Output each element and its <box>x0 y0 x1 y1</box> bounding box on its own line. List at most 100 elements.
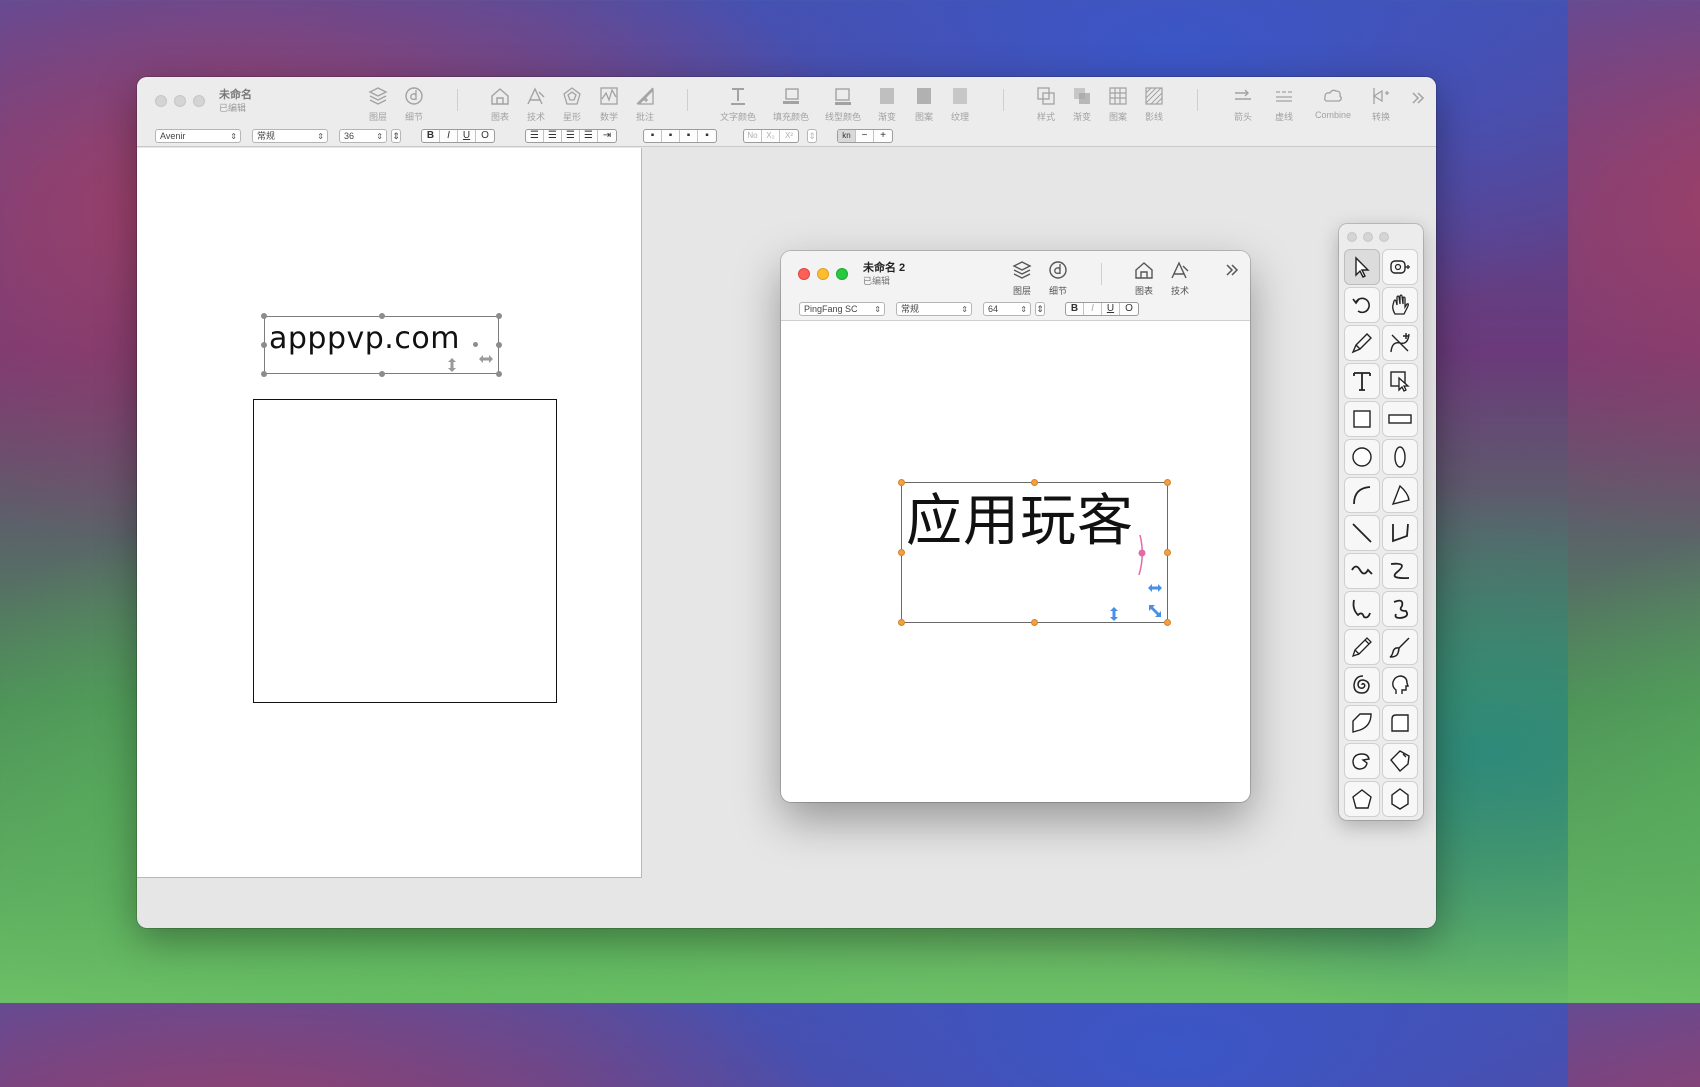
underline-button[interactable]: U <box>458 130 476 142</box>
tool-wide-rect[interactable] <box>1382 401 1418 437</box>
close-button[interactable] <box>798 268 810 280</box>
selection-handle[interactable] <box>496 342 502 348</box>
selection-handle[interactable] <box>496 313 502 319</box>
font-family-select[interactable]: Avenir ⇕ <box>155 129 241 143</box>
tool-tag-shape[interactable] <box>1382 743 1418 779</box>
zoom-button[interactable] <box>836 268 848 280</box>
toolbar-button-combine[interactable]: Combine <box>1309 85 1357 120</box>
toolbar-button-details[interactable]: 细节 <box>390 85 438 123</box>
minimize-button[interactable] <box>817 268 829 280</box>
horizontal-resize-icon[interactable] <box>478 353 494 365</box>
bold-button[interactable]: B <box>1066 303 1084 315</box>
toolbar-overflow-icon[interactable] <box>1225 263 1239 277</box>
tool-rotate[interactable] <box>1344 287 1380 323</box>
selection-handle[interactable] <box>898 479 905 486</box>
selection-handle[interactable] <box>379 371 385 377</box>
toolbar-overflow-icon[interactable] <box>1411 91 1425 105</box>
align-justify-icon[interactable]: ☰ <box>580 130 598 142</box>
selection-handle[interactable] <box>898 549 905 556</box>
selection-handle[interactable] <box>496 371 502 377</box>
size-stepper[interactable]: ⇕ <box>391 129 401 143</box>
outline-button[interactable]: O <box>1120 303 1138 315</box>
baseline-handle-icon[interactable] <box>1134 533 1148 577</box>
no-script-button[interactable]: No <box>744 130 762 142</box>
rectangle-shape[interactable] <box>253 399 557 703</box>
tool-arc[interactable] <box>1344 477 1380 513</box>
tool-ellipse[interactable] <box>1382 439 1418 475</box>
tool-cloud-shape[interactable] <box>1344 743 1380 779</box>
tool-line[interactable] <box>1344 515 1380 551</box>
selection-handle[interactable] <box>1164 549 1171 556</box>
tool-square[interactable] <box>1344 401 1380 437</box>
tool-zoom-select[interactable] <box>1382 363 1418 399</box>
font-size-select[interactable]: 36 ⇕ <box>339 129 387 143</box>
text-cursor-handle[interactable] <box>473 342 478 347</box>
bold-button[interactable]: B <box>422 130 440 142</box>
tool-pie[interactable] <box>1382 477 1418 513</box>
tool-add-point[interactable] <box>1382 325 1418 361</box>
font-size-select[interactable]: 64 ⇕ <box>983 302 1031 316</box>
zoom-button[interactable] <box>1379 232 1389 242</box>
selection-handle[interactable] <box>1164 479 1171 486</box>
tool-tape-measure[interactable] <box>1382 249 1418 285</box>
outline-button[interactable]: O <box>476 130 494 142</box>
tool-spiral[interactable] <box>1344 667 1380 703</box>
italic-button[interactable]: I <box>440 130 458 142</box>
text-object-selected[interactable]: apppvp.com <box>261 313 502 377</box>
tool-hexagon[interactable] <box>1382 781 1418 817</box>
send-backward-icon[interactable]: ▪ <box>662 130 680 142</box>
toolbar-button-hatch[interactable]: 影线 <box>1130 85 1178 123</box>
toolbar-button-stroke-color[interactable]: 线型颜色 <box>819 85 867 123</box>
toolbar-button-annotation[interactable]: 批注 <box>621 85 669 123</box>
toolbar-button-texture[interactable]: 纹理 <box>936 85 984 123</box>
tool-circle[interactable] <box>1344 439 1380 475</box>
selection-handle[interactable] <box>1031 619 1038 626</box>
tool-select-arrow[interactable] <box>1344 249 1380 285</box>
text-direction-icon[interactable]: ⇥ <box>598 130 616 142</box>
selection-handle[interactable] <box>261 371 267 377</box>
align-center-icon[interactable]: ☰ <box>544 130 562 142</box>
zoom-button[interactable] <box>193 95 205 107</box>
vertical-resize-icon[interactable] <box>446 357 458 373</box>
vertical-resize-icon[interactable] <box>1108 606 1120 622</box>
underline-button[interactable]: U <box>1102 303 1120 315</box>
superscript-button[interactable]: X² <box>780 130 798 142</box>
tool-brush[interactable] <box>1382 629 1418 665</box>
tool-quarter-round[interactable] <box>1344 705 1380 741</box>
tool-head[interactable] <box>1382 667 1418 703</box>
tool-polyline[interactable] <box>1382 515 1418 551</box>
close-button[interactable] <box>1347 232 1357 242</box>
bring-front-icon[interactable]: ▪ <box>698 130 716 142</box>
toolbar-button-dash[interactable]: 虚线 <box>1260 85 1308 123</box>
toolbar-button-details[interactable]: 细节 <box>1034 259 1082 297</box>
italic-button[interactable]: I <box>1084 303 1102 315</box>
align-left-icon[interactable]: ☰ <box>526 130 544 142</box>
toolbar-button-transform[interactable]: 转换 <box>1357 85 1405 123</box>
tool-pentagon[interactable] <box>1344 781 1380 817</box>
font-style-select[interactable]: 常规 ⇕ <box>896 302 972 316</box>
selection-handle[interactable] <box>1031 479 1038 486</box>
horizontal-resize-icon[interactable] <box>1147 582 1163 594</box>
font-family-select[interactable]: PingFang SC ⇕ <box>799 302 885 316</box>
selection-handle[interactable] <box>261 342 267 348</box>
size-stepper[interactable]: ⇕ <box>1035 302 1045 316</box>
tool-pencil[interactable] <box>1344 629 1380 665</box>
bring-forward-icon[interactable]: ▪ <box>680 130 698 142</box>
close-button[interactable] <box>155 95 167 107</box>
selection-handle[interactable] <box>898 619 905 626</box>
tool-wave[interactable] <box>1344 553 1380 589</box>
minimize-button[interactable] <box>1363 232 1373 242</box>
text-object-selected[interactable]: 应用玩客 <box>898 479 1171 626</box>
toolbar-button-fill-color[interactable]: 填充颜色 <box>767 85 815 123</box>
tool-text-tool[interactable] <box>1344 363 1380 399</box>
tool-freeform[interactable] <box>1344 591 1380 627</box>
align-right-icon[interactable]: ☰ <box>562 130 580 142</box>
selection-handle[interactable] <box>379 313 385 319</box>
send-back-icon[interactable]: ▪ <box>644 130 662 142</box>
tool-hand[interactable] <box>1382 287 1418 323</box>
tool-curve[interactable] <box>1382 553 1418 589</box>
subscript-button[interactable]: X₂ <box>762 130 780 142</box>
selection-handle[interactable] <box>261 313 267 319</box>
toolbar-button-technical[interactable]: 技术 <box>1156 259 1204 297</box>
tool-rounded-rect[interactable] <box>1382 705 1418 741</box>
